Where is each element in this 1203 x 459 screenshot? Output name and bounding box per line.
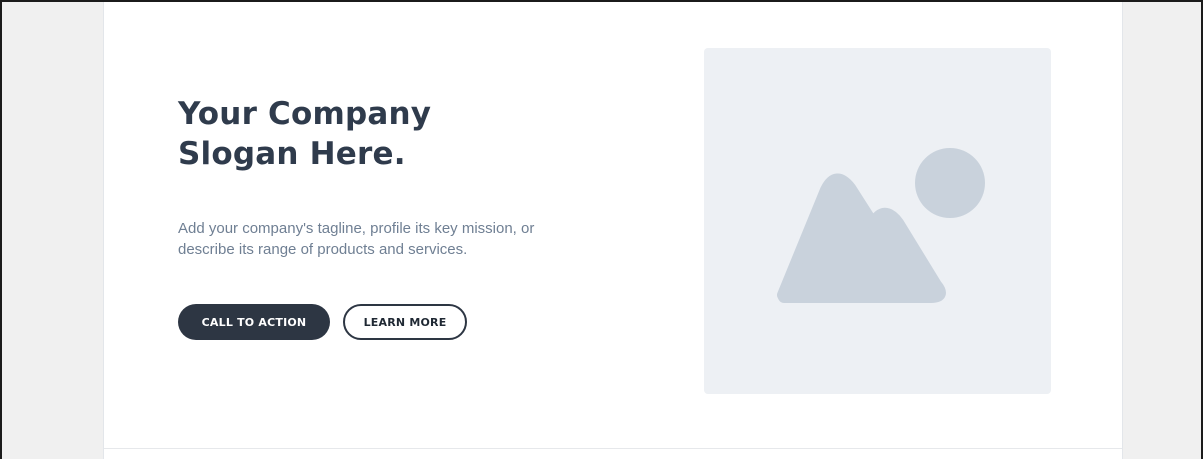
learn-more-button[interactable]: LEARN MORE (343, 304, 467, 340)
section-divider (104, 448, 1122, 449)
hero-tagline-line-1: Add your company's tagline, profile its … (178, 220, 535, 237)
sun-circle (915, 148, 985, 218)
call-to-action-label: CALL TO ACTION (201, 315, 307, 329)
hero-tagline: Add your company's tagline, profile its … (178, 218, 608, 260)
hero-tagline-line-2: describe its range of products and servi… (178, 241, 468, 258)
hero-title-line-2: Slogan Here. (178, 136, 406, 172)
image-placeholder-icon (777, 148, 985, 303)
browser-viewport: Your Company Slogan Here. Add your compa… (0, 0, 1203, 459)
learn-more-label: LEARN MORE (363, 315, 447, 329)
mountain-shape (777, 173, 946, 303)
hero-title: Your Company Slogan Here. (178, 94, 578, 174)
hero-image-placeholder (704, 48, 1051, 394)
hero-section: Your Company Slogan Here. Add your compa… (103, 2, 1123, 459)
hero-title-line-1: Your Company (178, 96, 432, 132)
call-to-action-button[interactable]: CALL TO ACTION (178, 304, 330, 340)
